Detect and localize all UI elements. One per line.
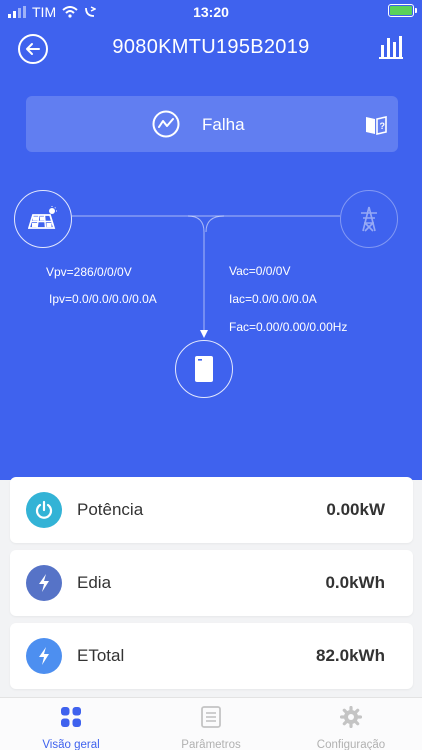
power-grid-node (340, 190, 398, 248)
pv-current: Ipv=0.0/0.0/0.0/0.0A (49, 292, 157, 306)
list-icon (201, 706, 221, 728)
tab-label: Parâmetros (181, 739, 241, 750)
tab-settings[interactable]: Configuração (281, 705, 421, 750)
ac-frequency: Fac=0.00/0.00/0.00Hz (229, 320, 348, 334)
inverter-icon (195, 356, 213, 382)
gear-icon (339, 705, 363, 729)
pv-voltage: Vpv=286/0/0/0V (46, 265, 132, 279)
solar-panel-icon (28, 206, 57, 229)
transmission-tower-icon (361, 206, 377, 232)
tab-parameters[interactable]: Parâmetros (141, 706, 281, 750)
bottom-tab-bar: Visão geral Parâmetros Configuração (0, 697, 422, 750)
power-icon (26, 492, 62, 528)
metric-value: 0.0kWh (325, 573, 385, 592)
lightning-icon (26, 638, 62, 674)
metric-card-power[interactable]: Potência 0.00kW (10, 477, 413, 543)
metric-label: Edia (77, 573, 112, 592)
metric-card-etotal[interactable]: ETotal 82.0kWh (10, 623, 413, 689)
metric-value: 0.00kW (326, 500, 385, 519)
ac-current: Iac=0.0/0.0/0.0A (229, 292, 317, 306)
grid-icon (61, 707, 81, 727)
metric-label: ETotal (77, 646, 125, 665)
metric-label: Potência (77, 500, 144, 519)
lightning-icon (26, 565, 62, 601)
metric-card-edia[interactable]: Edia 0.0kWh (10, 550, 413, 616)
metric-value: 82.0kWh (316, 646, 385, 665)
tab-label: Visão geral (42, 739, 100, 750)
inverter-node (175, 340, 233, 398)
tab-label: Configuração (316, 739, 386, 750)
tab-overview[interactable]: Visão geral (1, 706, 141, 750)
ac-voltage: Vac=0/0/0V (229, 264, 291, 278)
solar-panel-node (14, 190, 72, 248)
